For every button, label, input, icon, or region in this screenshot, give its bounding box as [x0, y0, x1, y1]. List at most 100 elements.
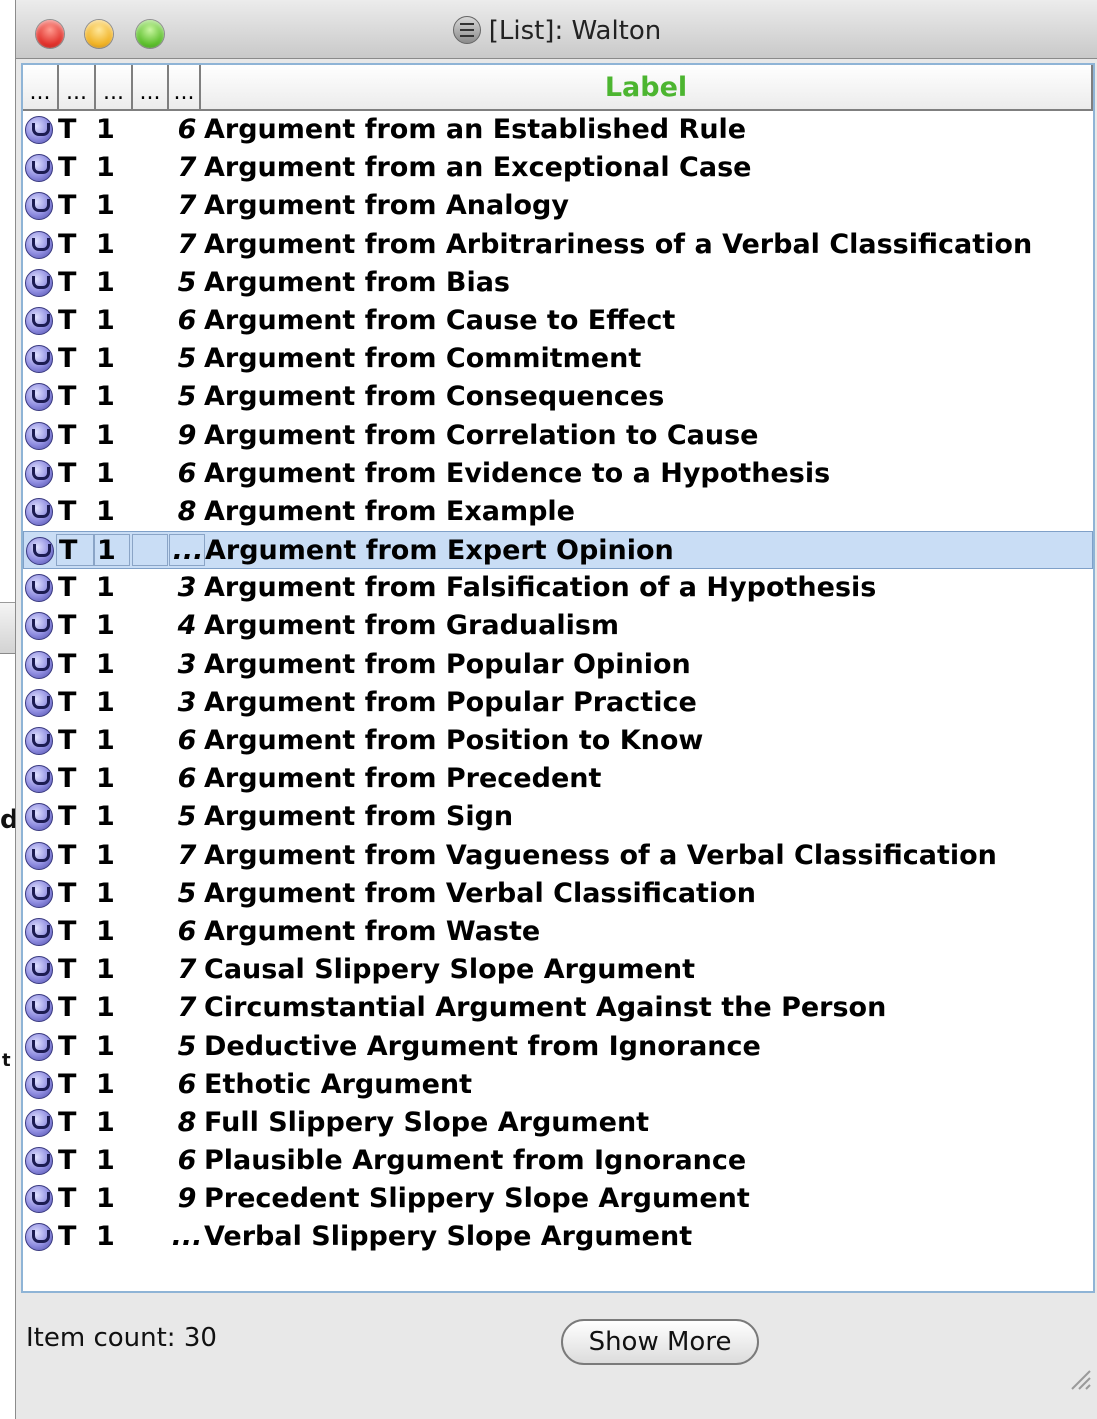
- table-row[interactable]: T 1 8 Full Slippery Slope Argument: [23, 1104, 1093, 1142]
- column-header[interactable]: ...: [59, 65, 96, 109]
- type-cell: T: [58, 1068, 77, 1100]
- resize-grip-icon[interactable]: [1066, 1365, 1092, 1391]
- table-row[interactable]: T 1 6 Argument from Cause to Effect: [23, 302, 1093, 340]
- type-cell: T: [58, 495, 77, 527]
- type-cell: T: [58, 877, 77, 909]
- table-row[interactable]: T 1 8 Argument from Example: [23, 493, 1093, 531]
- level-cell: 1: [96, 152, 115, 184]
- count-cell: 7: [177, 190, 197, 222]
- type-cell: T: [58, 725, 77, 756]
- argument-scheme-icon: [25, 956, 53, 985]
- label-cell: Argument from Precedent: [204, 763, 602, 795]
- label-cell: Argument from Analogy: [204, 190, 569, 222]
- level-cell: 1: [96, 648, 115, 680]
- table-row[interactable]: T 1 5 Argument from Verbal Classification: [23, 875, 1093, 913]
- column-header[interactable]: ...: [169, 65, 201, 109]
- count-cell: 6: [177, 725, 197, 756]
- title-bar[interactable]: [List]: Walton: [16, 0, 1097, 59]
- table-row[interactable]: T 1 5 Argument from Commitment: [23, 340, 1093, 378]
- label-cell: Circumstantial Argument Against the Pers…: [204, 992, 887, 1024]
- table-row[interactable]: T 1 7 Causal Slippery Slope Argument: [23, 951, 1093, 989]
- type-cell: T: [58, 572, 77, 604]
- table-header: ... ... ... ... ... Label: [23, 65, 1093, 111]
- table-row[interactable]: T 1 3 Argument from Popular Practice: [23, 684, 1093, 722]
- table-row[interactable]: T 1... Argument from Expert Opinion: [23, 531, 1093, 570]
- argument-scheme-icon: [25, 116, 53, 144]
- type-cell: T: [58, 152, 77, 184]
- table-row[interactable]: T 1 6 Ethotic Argument: [23, 1066, 1093, 1104]
- list-table[interactable]: ... ... ... ... ... Label T 1 6 Argument fr…: [21, 63, 1095, 1293]
- label-cell: Ethotic Argument: [204, 1068, 473, 1100]
- label-cell: Verbal Slippery Slope Argument: [204, 1221, 693, 1253]
- type-cell: T: [58, 763, 77, 795]
- label-cell: Argument from an Exceptional Case: [204, 152, 752, 184]
- table-row[interactable]: T 1 6 Argument from Position to Know: [23, 722, 1093, 760]
- table-body: T 1 6 Argument from an Established Rule T 1 7 A…: [23, 111, 1093, 1257]
- level-cell: 1: [96, 419, 115, 451]
- argument-scheme-icon: [25, 459, 53, 488]
- column-header-label[interactable]: Label: [201, 65, 1093, 109]
- level-cell: 1: [96, 1068, 115, 1100]
- label-cell: Argument from Expert Opinion: [205, 535, 674, 567]
- table-row[interactable]: T 1 3 Argument from Popular Opinion: [23, 646, 1093, 684]
- count-cell: 6: [177, 1145, 197, 1177]
- count-cell: 4: [177, 610, 197, 642]
- table-row[interactable]: T 1 5 Argument from Consequences: [23, 378, 1093, 416]
- list-icon: [452, 16, 481, 44]
- table-row[interactable]: T 1 6 Argument from Precedent: [23, 760, 1093, 798]
- table-row[interactable]: T 1 7 Circumstantial Argument Against the P…: [23, 989, 1093, 1027]
- label-cell: Argument from Waste: [204, 915, 541, 947]
- table-row[interactable]: T 1 3 Argument from Falsification of a Hypo…: [23, 569, 1093, 607]
- table-row[interactable]: T 1 6 Argument from Waste: [23, 913, 1093, 951]
- table-row[interactable]: T 1 9 Precedent Slippery Slope Argument: [23, 1180, 1093, 1218]
- count-cell: 6: [177, 763, 197, 795]
- label-cell: Argument from Evidence to a Hypothesis: [204, 457, 831, 489]
- type-cell: T: [58, 457, 77, 489]
- argument-scheme-icon: [25, 345, 53, 374]
- table-row[interactable]: T 1 9 Argument from Correlation to Cause: [23, 417, 1093, 455]
- count-cell: ...: [172, 535, 204, 567]
- label-cell: Argument from Cause to Effect: [204, 304, 676, 336]
- level-cell: 1: [96, 1106, 115, 1138]
- column-header[interactable]: ...: [96, 65, 133, 109]
- level-cell: 1: [96, 801, 115, 833]
- label-cell: Argument from an Established Rule: [204, 114, 747, 145]
- count-cell: 8: [177, 1106, 197, 1138]
- table-row[interactable]: T 1 5 Argument from Sign: [23, 798, 1093, 836]
- table-row[interactable]: T 1 6 Argument from an Established Rule: [23, 111, 1093, 149]
- table-row[interactable]: T 1 5 Argument from Bias: [23, 264, 1093, 302]
- table-row[interactable]: T 1 5 Deductive Argument from Ignorance: [23, 1028, 1093, 1066]
- show-more-button[interactable]: Show More: [561, 1319, 759, 1365]
- level-cell: 1: [96, 1221, 115, 1253]
- table-row[interactable]: T 1 6 Argument from Evidence to a Hypothesi…: [23, 455, 1093, 493]
- table-row[interactable]: T 1 6 Plausible Argument from Ignorance: [23, 1142, 1093, 1180]
- footer: Item count: 30 Show More: [16, 1295, 1097, 1395]
- argument-scheme-icon: [25, 994, 53, 1023]
- label-cell: Argument from Correlation to Cause: [204, 419, 759, 451]
- level-cell: 1: [96, 915, 115, 947]
- table-row[interactable]: T 1 7 Argument from an Exceptional Case: [23, 149, 1093, 187]
- type-cell: T: [58, 839, 77, 871]
- count-cell: 6: [177, 114, 197, 145]
- argument-scheme-icon: [25, 192, 53, 221]
- label-cell: Causal Slippery Slope Argument: [204, 954, 696, 986]
- table-row[interactable]: T 1 7 Argument from Vagueness of a Verbal C…: [23, 837, 1093, 875]
- table-row[interactable]: T 1 4 Argument from Gradualism: [23, 607, 1093, 645]
- level-cell: 1: [96, 266, 115, 298]
- table-row[interactable]: T 1 7 Argument from Arbitrariness of a Verb…: [23, 226, 1093, 264]
- count-cell: 8: [177, 495, 197, 527]
- table-row[interactable]: T 1... Verbal Slippery Slope Argument: [23, 1218, 1093, 1256]
- argument-scheme-icon: [25, 306, 53, 335]
- count-cell: 6: [177, 304, 197, 336]
- type-cell: T: [58, 228, 77, 260]
- column-header[interactable]: ...: [133, 65, 169, 109]
- label-cell: Argument from Bias: [204, 266, 511, 298]
- argument-scheme-icon: [25, 803, 53, 832]
- argument-scheme-icon: [25, 650, 53, 679]
- argument-scheme-icon: [25, 574, 53, 603]
- label-cell: Argument from Vagueness of a Verbal Clas…: [204, 839, 997, 871]
- level-cell: 1: [96, 877, 115, 909]
- table-row[interactable]: T 1 7 Argument from Analogy: [23, 187, 1093, 225]
- count-cell: 5: [177, 343, 197, 375]
- column-header[interactable]: ...: [23, 65, 59, 109]
